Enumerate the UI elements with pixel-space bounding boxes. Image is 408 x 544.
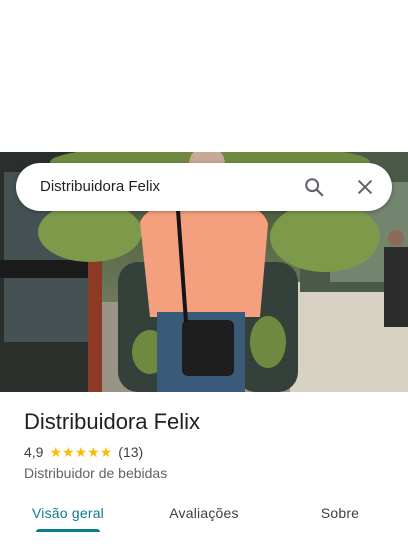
star-icon: ★ bbox=[87, 444, 100, 460]
star-icon: ★ bbox=[49, 444, 63, 460]
review-count[interactable]: (13) bbox=[118, 444, 143, 460]
place-name: Distribuidora Felix bbox=[24, 409, 201, 434]
active-tab-indicator bbox=[36, 529, 100, 532]
tab-about[interactable]: Sobre bbox=[272, 492, 408, 536]
star-icon: ★ bbox=[62, 444, 75, 460]
close-button[interactable] bbox=[353, 175, 377, 199]
tab-label: Visão geral bbox=[32, 505, 104, 521]
star-icon: ★ bbox=[74, 444, 88, 460]
search-button[interactable] bbox=[302, 175, 326, 199]
search-icon bbox=[305, 178, 324, 197]
rating-row[interactable]: 4,9 ★ ★ ★ ★ ★ (13) bbox=[24, 444, 143, 460]
tab-label: Sobre bbox=[320, 505, 360, 521]
tab-overview[interactable]: Visão geral bbox=[0, 492, 136, 536]
tab-label: Avaliações bbox=[169, 505, 239, 521]
star-icon: ★ bbox=[99, 444, 113, 460]
close-icon bbox=[358, 180, 372, 194]
rating-stars: ★ ★ ★ ★ ★ bbox=[49, 445, 112, 459]
search-input[interactable]: Distribuidora Felix bbox=[40, 178, 160, 195]
rating-value: 4,9 bbox=[24, 444, 44, 460]
tab-bar: Visão geral Avaliações Sobre bbox=[0, 492, 408, 536]
tab-reviews[interactable]: Avaliações bbox=[136, 492, 272, 536]
search-bar[interactable]: Distribuidora Felix bbox=[16, 163, 392, 211]
place-category: Distribuidor de bebidas bbox=[24, 465, 168, 481]
